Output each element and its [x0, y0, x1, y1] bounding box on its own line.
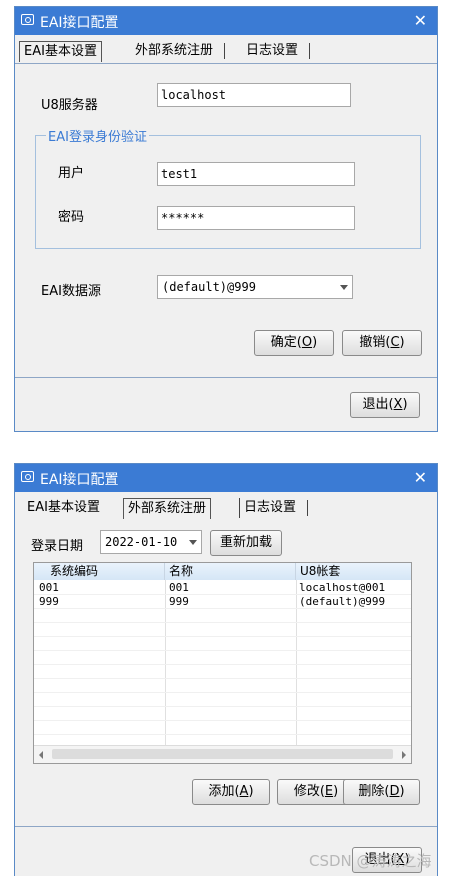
login-date-picker[interactable]: 2022-01-10: [100, 530, 202, 554]
scroll-thumb[interactable]: [52, 749, 393, 759]
cell-name: 001: [169, 581, 189, 594]
cell-code: 999: [39, 595, 59, 608]
column-header-u8-account[interactable]: U8帐套: [296, 563, 411, 580]
user-input[interactable]: test1: [157, 162, 355, 186]
scroll-right-icon[interactable]: [402, 751, 406, 759]
chevron-down-icon[interactable]: [189, 540, 197, 545]
datasource-value: (default)@999: [162, 280, 256, 294]
cancel-button[interactable]: 撤销(C): [342, 330, 422, 356]
column-header-name[interactable]: 名称: [165, 563, 296, 580]
add-button[interactable]: 添加(A): [192, 779, 270, 805]
tab-log-settings[interactable]: 日志设置: [242, 41, 311, 61]
login-auth-group: EAI登录身份验证 用户 test1 密码 ******: [35, 126, 421, 249]
tab-external-system[interactable]: 外部系统注册: [123, 498, 212, 519]
horizontal-scrollbar[interactable]: [34, 745, 411, 763]
exit-button[interactable]: 退出(X): [350, 392, 420, 418]
delete-button[interactable]: 删除(D): [343, 779, 420, 805]
cell-u8-account: localhost@001: [299, 581, 386, 594]
u8-server-label: U8服务器: [41, 98, 98, 113]
column-header-code[interactable]: 系统编码: [34, 563, 165, 580]
tab-panel-border: [15, 63, 437, 64]
footer-divider: [15, 826, 437, 827]
datasource-select[interactable]: (default)@999: [157, 275, 353, 299]
close-icon[interactable]: ✕: [414, 11, 427, 30]
tab-eai-basic[interactable]: EAI基本设置: [23, 498, 104, 518]
window-title: EAI接口配置: [40, 472, 119, 488]
password-input[interactable]: ******: [157, 206, 355, 230]
cell-name: 999: [169, 595, 189, 608]
scroll-left-icon[interactable]: [39, 751, 43, 759]
system-table: 系统编码 名称 U8帐套 001 001 localhost@001 999 9…: [33, 562, 412, 764]
app-icon: [21, 14, 34, 25]
tab-strip: EAI基本设置 外部系统注册 日志设置: [17, 41, 435, 63]
tab-strip: EAI基本设置 外部系统注册 日志设置: [17, 498, 435, 520]
cell-code: 001: [39, 581, 59, 594]
chevron-down-icon[interactable]: [340, 285, 348, 290]
login-date-value: 2022-01-10: [105, 535, 178, 549]
login-date-label: 登录日期: [31, 539, 84, 554]
ok-button[interactable]: 确定(O): [254, 330, 334, 356]
title-bar: EAI接口配置 ✕: [15, 7, 437, 35]
title-bar: EAI接口配置 ✕: [15, 464, 437, 492]
datasource-label: EAI数据源: [41, 284, 101, 299]
cell-u8-account: (default)@999: [299, 595, 386, 608]
app-icon: [21, 471, 34, 482]
eai-config-window-basic: EAI接口配置 ✕ EAI基本设置 外部系统注册 日志设置 U8服务器 loca…: [14, 6, 438, 432]
tab-external-system[interactable]: 外部系统注册: [131, 41, 226, 61]
reload-button[interactable]: 重新加载: [210, 530, 282, 556]
footer-divider: [15, 377, 437, 378]
watermark: CSDN @涛涛之海: [309, 852, 432, 870]
tab-log-settings[interactable]: 日志设置: [239, 498, 309, 518]
password-label: 密码: [58, 210, 85, 225]
window-title: EAI接口配置: [40, 15, 119, 31]
tab-eai-basic[interactable]: EAI基本设置: [19, 41, 102, 62]
eai-config-window-external: EAI接口配置 ✕ EAI基本设置 外部系统注册 日志设置 登录日期 2022-…: [14, 463, 438, 876]
group-title: EAI登录身份验证: [46, 126, 149, 145]
u8-server-input[interactable]: localhost: [157, 83, 351, 107]
user-label: 用户: [58, 166, 85, 181]
close-icon[interactable]: ✕: [414, 468, 427, 487]
